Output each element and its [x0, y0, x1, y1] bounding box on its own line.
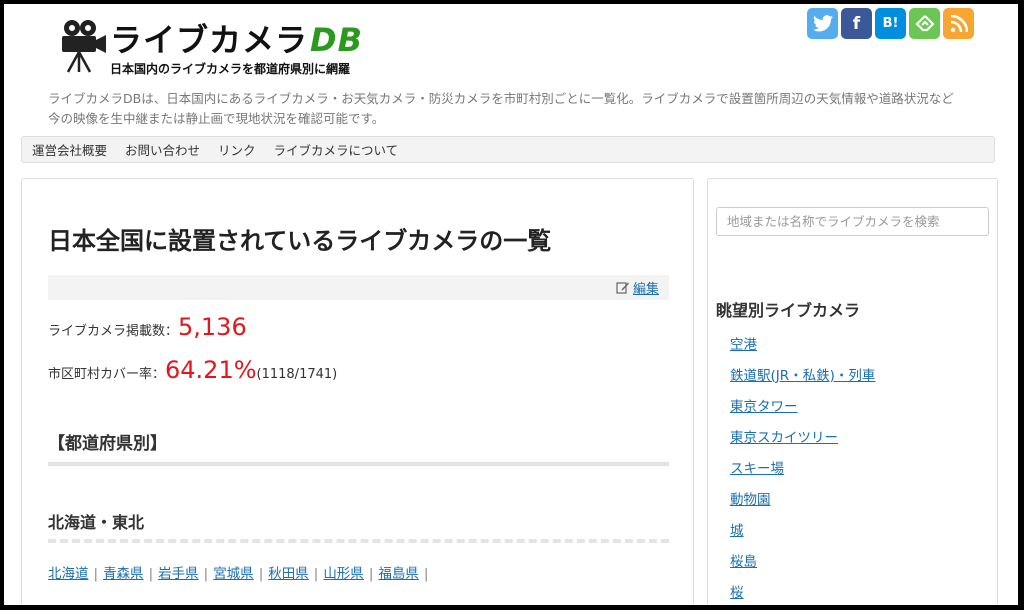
prefecture-link[interactable]: 北海道	[48, 566, 89, 582]
camera-count-label: ライブカメラ掲載数：	[48, 324, 179, 339]
nav-item-about[interactable]: ライブカメラについて	[274, 140, 399, 159]
view-category-list: 空港 鉄道駅(JR・私鉄)・列車 東京タワー 東京スカイツリー スキー場 動物園…	[730, 333, 875, 605]
rss-button[interactable]	[943, 8, 974, 39]
prefecture-link-list: 北海道 | 青森県 | 岩手県 | 宮城県 | 秋田県 | 山形県 | 福島県 |	[48, 566, 429, 582]
section-heading-prefectures: 【都道府県別】	[48, 434, 167, 454]
list-item: 動物園	[730, 488, 875, 519]
feedly-button[interactable]	[909, 8, 940, 39]
facebook-icon: f	[852, 13, 861, 34]
nav-item-contact[interactable]: お問い合わせ	[125, 140, 200, 159]
main-content: 日本全国に設置されているライブカメラの一覧 編集 ライブカメラ掲載数：5,136…	[21, 178, 694, 605]
list-item: 城	[730, 519, 875, 550]
nav-item-company[interactable]: 運営会社概要	[32, 140, 107, 159]
sidebar-item-ski-resort[interactable]: スキー場	[730, 461, 784, 477]
list-item: 東京スカイツリー	[730, 426, 875, 457]
sidebar-item-skytree[interactable]: 東京スカイツリー	[730, 430, 838, 446]
edit-bar: 編集	[48, 275, 669, 300]
logo-title-text: ライブカメラ	[110, 21, 309, 59]
sidebar-item-cherry-blossom[interactable]: 桜	[730, 585, 744, 601]
prefecture-link[interactable]: 福島県	[378, 566, 419, 582]
region-heading-hokkaido-tohoku: 北海道・東北	[48, 513, 145, 532]
hatena-bookmark-button[interactable]: B!	[875, 8, 906, 39]
prefecture-link[interactable]: 宮城県	[213, 566, 254, 582]
prefecture-link[interactable]: 青森県	[103, 566, 144, 582]
nav-item-links[interactable]: リンク	[218, 140, 256, 159]
camera-count-stat: ライブカメラ掲載数：5,136	[48, 313, 247, 341]
list-item: 鉄道駅(JR・私鉄)・列車	[730, 364, 875, 395]
sidebar-item-tokyo-tower[interactable]: 東京タワー	[730, 399, 798, 415]
page-title: 日本全国に設置されているライブカメラの一覧	[48, 227, 552, 255]
sidebar-item-zoo[interactable]: 動物園	[730, 492, 771, 508]
sidebar-item-sakurajima[interactable]: 桜島	[730, 554, 757, 570]
camera-count-value: 5,136	[178, 313, 247, 341]
logo-subtitle: 日本国内のライブカメラを都道府県別に網羅	[110, 62, 351, 76]
movie-camera-icon	[62, 20, 106, 73]
list-item: 空港	[730, 333, 875, 364]
facebook-share-button[interactable]: f	[841, 8, 872, 39]
list-item: スキー場	[730, 457, 875, 488]
coverage-label: 市区町村カバー率：	[48, 367, 166, 382]
twitter-icon	[812, 15, 833, 32]
prefecture-link[interactable]: 山形県	[323, 566, 364, 582]
twitter-share-button[interactable]	[807, 8, 838, 39]
coverage-value: 64.21%	[165, 356, 257, 384]
rss-icon	[950, 14, 968, 32]
sidebar-item-railway[interactable]: 鉄道駅(JR・私鉄)・列車	[730, 368, 875, 384]
region-divider	[48, 539, 669, 543]
edit-link[interactable]: 編集	[616, 278, 659, 297]
feedly-icon	[914, 14, 935, 31]
sidebar-item-castle[interactable]: 城	[730, 523, 744, 539]
search-input[interactable]	[716, 207, 989, 236]
coverage-stat: 市区町村カバー率：64.21%(1118/1741)	[48, 356, 337, 384]
section-divider	[48, 462, 669, 466]
prefecture-link[interactable]: 秋田県	[268, 566, 309, 582]
list-item: 桜	[730, 581, 875, 605]
site-description: ライブカメラDBは、日本国内にあるライブカメラ・お天気カメラ・防災カメラを市町村…	[48, 91, 954, 126]
list-item: 桜島	[730, 550, 875, 581]
sidebar-item-airport[interactable]: 空港	[730, 337, 757, 353]
sidebar-heading: 眺望別ライブカメラ	[716, 301, 861, 320]
hatena-bookmark-icon: B!	[882, 16, 899, 31]
edit-icon	[616, 282, 629, 294]
list-item: 東京タワー	[730, 395, 875, 426]
prefecture-link[interactable]: 岩手県	[158, 566, 199, 582]
logo-title: ライブカメラDB	[110, 20, 363, 60]
edit-label: 編集	[632, 282, 659, 297]
coverage-detail: (1118/1741)	[256, 367, 338, 382]
sidebar: 眺望別ライブカメラ 空港 鉄道駅(JR・私鉄)・列車 東京タワー 東京スカイツリ…	[707, 178, 998, 605]
top-nav: 運営会社概要 お問い合わせ リンク ライブカメラについて	[21, 136, 995, 163]
site-logo[interactable]: ライブカメラDB 日本国内のライブカメラを都道府県別に網羅	[52, 18, 392, 82]
social-buttons: f B!	[807, 8, 974, 39]
logo-title-accent: DB	[310, 21, 363, 59]
page-frame: ライブカメラDB 日本国内のライブカメラを都道府県別に網羅 f B! ライブカメ…	[4, 4, 1018, 605]
